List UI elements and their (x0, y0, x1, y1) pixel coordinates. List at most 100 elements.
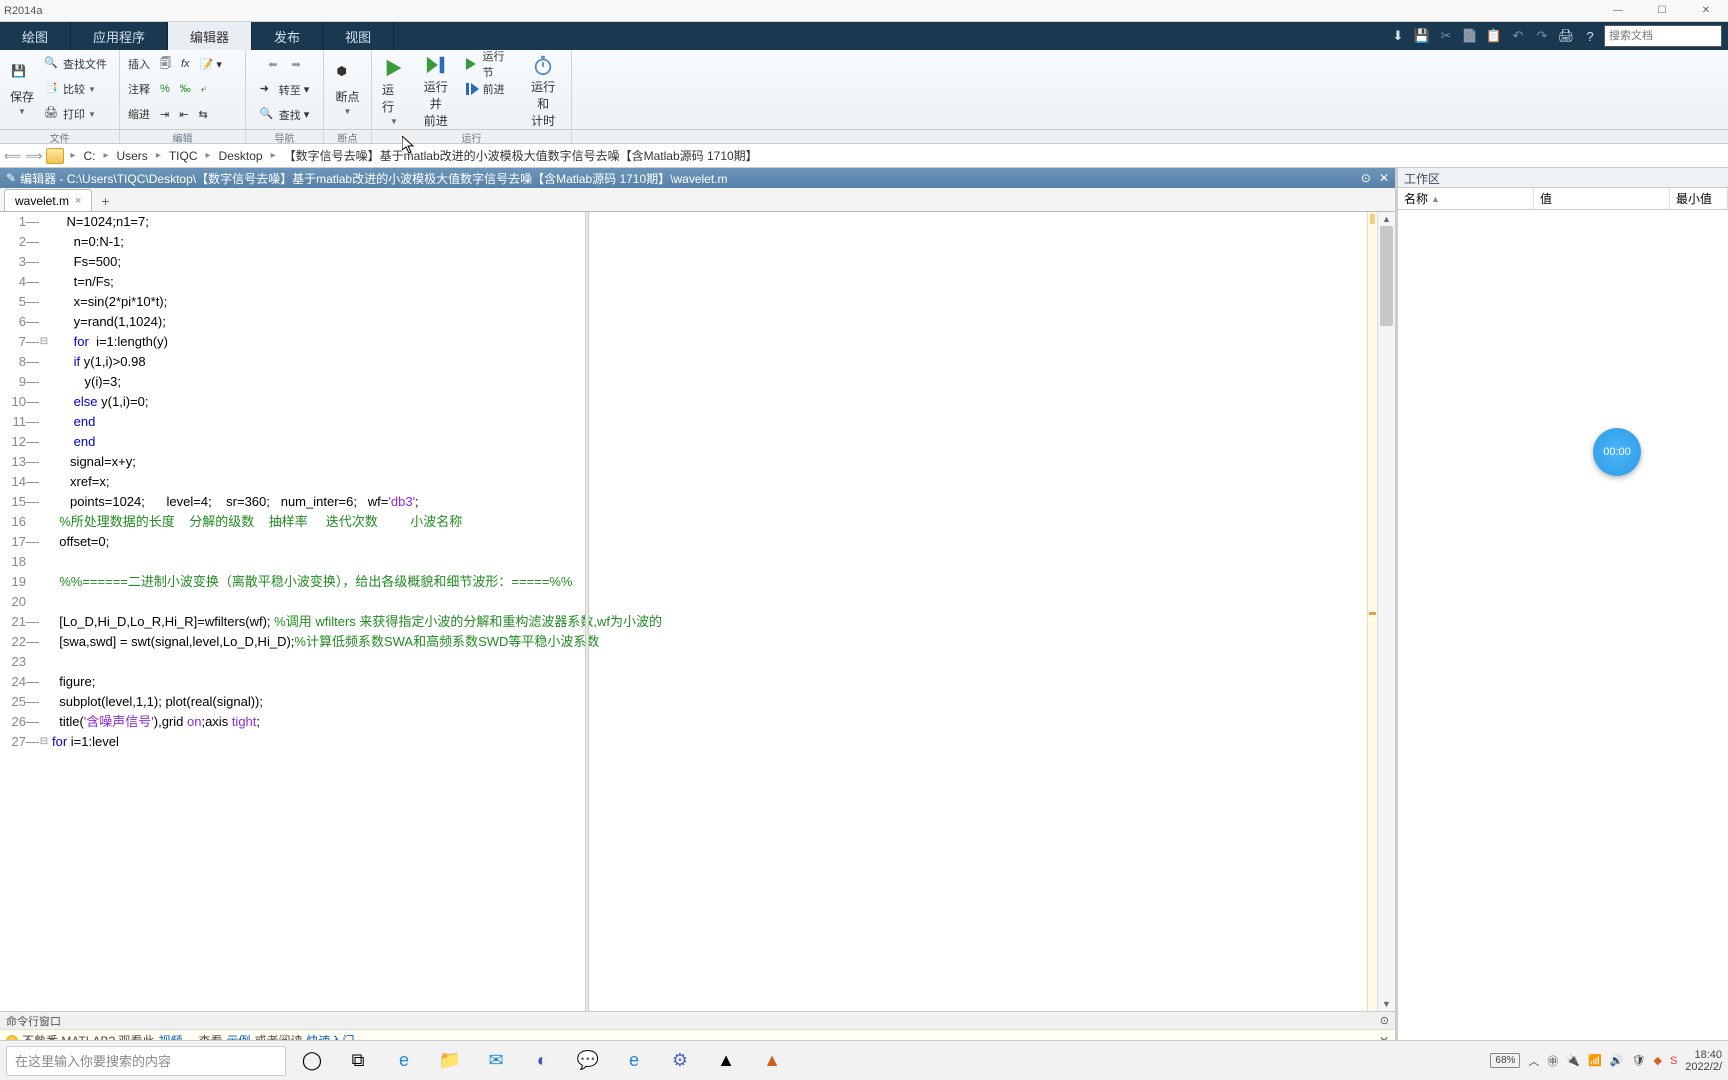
advance-button[interactable]: 前进 (460, 80, 509, 98)
folder-icon[interactable] (46, 148, 64, 164)
copy-icon[interactable]: 📄 (1458, 22, 1482, 50)
edge-icon[interactable]: e (384, 1045, 424, 1077)
code-line[interactable]: 21— [Lo_D,Hi_D,Lo_R,Hi_R]=wfilters(wf); … (0, 612, 1395, 632)
scroll-down-icon[interactable]: ▼ (1378, 997, 1395, 1011)
tab-view[interactable]: 视图 (323, 22, 394, 50)
wechat-icon[interactable]: 💬 (568, 1045, 608, 1077)
cut-icon[interactable]: ✂ (1434, 22, 1458, 50)
comment-pct-icon[interactable]: % (156, 82, 174, 96)
taskview-icon[interactable]: ⧉ (338, 1045, 378, 1077)
breadcrumb-folder[interactable]: 【数字信号去噪】基于matlab改进的小波模极大值数字信号去噪【含Matlab源… (282, 147, 760, 164)
paste-icon[interactable]: 📋 (1482, 22, 1506, 50)
marker-icon[interactable]: 📝 ▾ (196, 57, 226, 72)
wrap-comment-icon[interactable]: ⤶ (197, 82, 211, 97)
run-button[interactable]: 运行 ▼ (376, 52, 412, 131)
close-file-icon[interactable]: × (75, 195, 81, 207)
pane-dropdown-icon[interactable]: ⊙ (1361, 171, 1371, 185)
tray-app2-icon[interactable]: S (1670, 1055, 1677, 1067)
run-section-button[interactable]: 运行节 (460, 47, 520, 81)
import-icon[interactable]: ⬇ (1386, 22, 1410, 50)
tab-editor[interactable]: 编辑器 (168, 22, 252, 50)
code-line[interactable]: 20 (0, 592, 1395, 612)
code-line[interactable]: 11— end (0, 412, 1395, 432)
ws-col-value[interactable]: 值 (1534, 188, 1670, 209)
indent-left-icon[interactable]: ⇤ (175, 107, 192, 122)
tray-power-icon[interactable]: 🔌 (1566, 1054, 1580, 1067)
file-tab-wavelet[interactable]: wavelet.m × (4, 189, 92, 211)
nav-back-icon[interactable]: ⟸ (4, 149, 21, 163)
battery-indicator[interactable]: 68% (1490, 1053, 1520, 1068)
code-line[interactable]: 6— y=rand(1,1024); (0, 312, 1395, 332)
indent-button[interactable]: 缩进 (124, 105, 154, 123)
matlab-icon[interactable]: ▲ (752, 1045, 792, 1077)
tray-app1-icon[interactable]: ◆ (1653, 1054, 1661, 1067)
pane-close-icon[interactable]: ✕ (1379, 171, 1389, 185)
goto-button[interactable]: ➜转至 ▾ (256, 81, 314, 99)
breadcrumb-users[interactable]: Users (114, 149, 149, 163)
code-line[interactable]: 24— figure; (0, 672, 1395, 692)
tray-volume-icon[interactable]: 🔊 (1610, 1054, 1624, 1067)
find-button[interactable]: 🔍查找 ▾ (256, 106, 314, 124)
code-line[interactable]: 1— N=1024;n1=7; (0, 212, 1395, 232)
uncomment-icon[interactable]: ‰ (176, 82, 195, 96)
save-icon[interactable]: 💾 (1410, 22, 1434, 50)
comment-button[interactable]: 注释 (124, 80, 154, 98)
new-file-tab[interactable]: + (94, 191, 116, 211)
code-line[interactable]: 8— if y(1,i)>0.98 (0, 352, 1395, 372)
taskbar-search[interactable]: 在这里输入你要搜索的内容 (6, 1046, 286, 1076)
cmd-dropdown-icon[interactable]: ⊙ (1380, 1014, 1389, 1027)
code-line[interactable]: 19 %%======二进制小波变换（离散平稳小波变换），给出各级概貌和细节波形… (0, 572, 1395, 592)
code-line[interactable]: 7—⊟ for i=1:length(y) (0, 332, 1395, 352)
ws-col-min[interactable]: 最小值 (1670, 188, 1728, 209)
tray-ime-icon[interactable]: ㊥ (1547, 1053, 1558, 1069)
breadcrumb-tiqc[interactable]: TIQC (167, 149, 200, 163)
redo-icon[interactable]: ↷ (1530, 22, 1554, 50)
teams-icon[interactable]: ◐ (522, 1045, 562, 1077)
code-minimap[interactable] (1367, 212, 1377, 1011)
code-line[interactable]: 2— n=0:N-1; (0, 232, 1395, 252)
section-icon[interactable]: 🗐 (156, 54, 175, 75)
taskbar-clock[interactable]: 18:40 2022/2/ (1685, 1049, 1722, 1073)
code-line[interactable]: 10— else y(1,i)=0; (0, 392, 1395, 412)
indent-right-icon[interactable]: ⇥ (156, 107, 173, 122)
compare-button[interactable]: 📑比较 ▼ (40, 80, 100, 98)
smart-indent-icon[interactable]: ⇆ (194, 107, 211, 122)
settings-icon[interactable]: ⚙ (660, 1045, 700, 1077)
code-line[interactable]: 26— title('含噪声信号'),grid on;axis tight; (0, 712, 1395, 732)
window-close[interactable]: ✕ (1684, 0, 1728, 22)
code-line[interactable]: 9— y(i)=3; (0, 372, 1395, 392)
code-line[interactable]: 23 (0, 652, 1395, 672)
breadcrumb-c[interactable]: C: (81, 149, 97, 163)
ws-col-name[interactable]: 名称▲ (1398, 188, 1534, 209)
editor-splitter[interactable] (585, 212, 589, 1011)
code-line[interactable]: 3— Fs=500; (0, 252, 1395, 272)
code-line[interactable]: 18 (0, 552, 1395, 572)
tray-chevron-icon[interactable]: ︿ (1528, 1053, 1539, 1069)
code-line[interactable]: 15— points=1024; level=4; sr=360; num_in… (0, 492, 1395, 512)
explorer-icon[interactable]: 📁 (430, 1045, 470, 1077)
tray-wifi-icon[interactable]: 📶 (1588, 1054, 1602, 1067)
scroll-thumb[interactable] (1380, 226, 1393, 326)
code-line[interactable]: 22— [swa,swd] = swt(signal,level,Lo_D,Hi… (0, 632, 1395, 652)
window-maximize[interactable]: ☐ (1640, 0, 1684, 22)
code-line[interactable]: 12— end (0, 432, 1395, 452)
undo-icon[interactable]: ↶ (1506, 22, 1530, 50)
code-line[interactable]: 17— offset=0; (0, 532, 1395, 552)
code-line[interactable]: 25— subplot(level,1,1); plot(real(signal… (0, 692, 1395, 712)
code-line[interactable]: 16 %所处理数据的长度 分解的级数 抽样率 迭代次数 小波名称 (0, 512, 1395, 532)
tray-shield-icon[interactable]: 🛡 (1632, 1054, 1646, 1067)
cortana-icon[interactable]: ◯ (292, 1045, 332, 1077)
print-icon[interactable]: 🖨 (1554, 22, 1578, 50)
help-icon[interactable]: ? (1578, 22, 1602, 50)
code-editor[interactable]: 1— N=1024;n1=7;2— n=0:N-1;3— Fs=500;4— t… (0, 212, 1395, 1011)
run-time-button[interactable]: 运行和 计时 (519, 52, 567, 131)
insert-button[interactable]: 插入 (124, 55, 154, 73)
find-files-button[interactable]: 🔍查找文件 (40, 55, 111, 73)
timer-badge[interactable]: 00:00 (1593, 428, 1641, 476)
editor-scrollbar[interactable]: ▲ ▼ (1377, 212, 1395, 1011)
mail-icon[interactable]: ✉ (476, 1045, 516, 1077)
code-line[interactable]: 14— xref=x; (0, 472, 1395, 492)
code-line[interactable]: 5— x=sin(2*pi*10*t); (0, 292, 1395, 312)
tab-publish[interactable]: 发布 (252, 22, 323, 50)
print-button[interactable]: 🖨打印 ▼ (40, 105, 100, 123)
